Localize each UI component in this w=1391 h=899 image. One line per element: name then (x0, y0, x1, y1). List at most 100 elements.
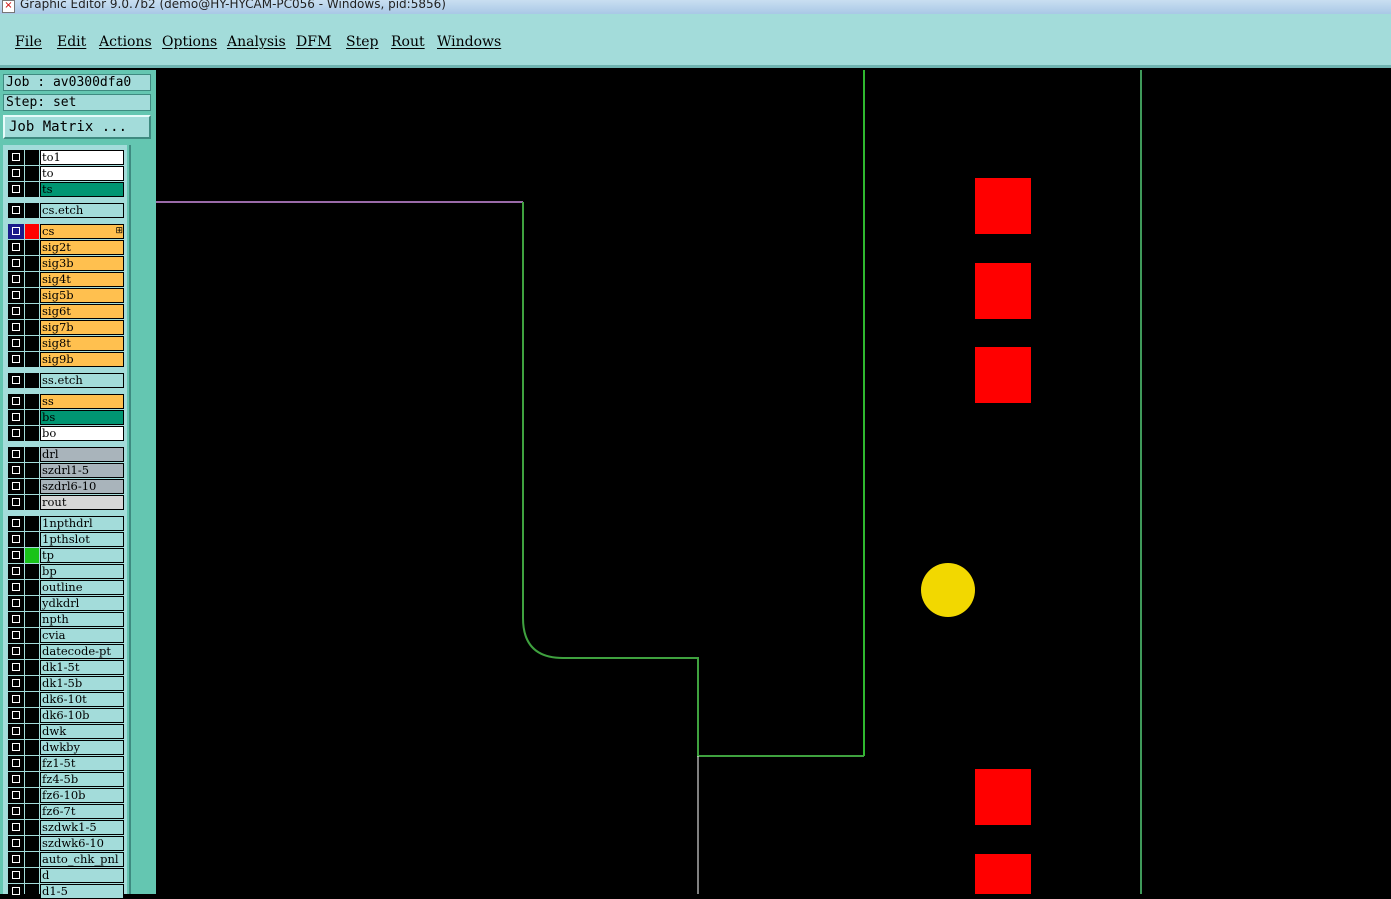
layer-affected-indicator[interactable] (25, 548, 39, 563)
layer-name[interactable]: ss.etch (40, 373, 124, 388)
layer-affected-indicator[interactable] (25, 660, 39, 675)
layer-checkbox[interactable] (8, 256, 24, 271)
layer-checkbox[interactable] (8, 352, 24, 367)
layer-row[interactable]: sig2t (8, 240, 124, 255)
layer-row[interactable]: 1pthslot (8, 532, 124, 547)
layer-row[interactable]: tp (8, 548, 124, 563)
layer-affected-indicator[interactable] (25, 596, 39, 611)
layer-row[interactable]: sig5b (8, 288, 124, 303)
layer-checkbox[interactable] (8, 564, 24, 579)
layer-affected-indicator[interactable] (25, 884, 39, 899)
layer-affected-indicator[interactable] (25, 804, 39, 819)
layer-name[interactable]: dk6-10t (40, 692, 124, 707)
layer-affected-indicator[interactable] (25, 676, 39, 691)
layer-name[interactable]: szdwk6-10 (40, 836, 124, 851)
layer-name[interactable]: fz1-5t (40, 756, 124, 771)
layer-checkbox[interactable] (8, 852, 24, 867)
layer-checkbox[interactable] (8, 373, 24, 388)
layer-affected-indicator[interactable] (25, 150, 39, 165)
layer-checkbox[interactable] (8, 495, 24, 510)
layer-checkbox[interactable] (8, 410, 24, 425)
layer-affected-indicator[interactable] (25, 564, 39, 579)
layer-checkbox[interactable] (8, 644, 24, 659)
layer-name[interactable]: szdrl6-10 (40, 479, 124, 494)
menu-rout[interactable]: Rout (391, 34, 425, 50)
layer-name[interactable]: fz4-5b (40, 772, 124, 787)
layer-row[interactable]: dk6-10b (8, 708, 124, 723)
layer-name[interactable]: 1npthdrl (40, 516, 124, 531)
layer-row[interactable]: bp (8, 564, 124, 579)
layer-row[interactable]: to1 (8, 150, 124, 165)
layer-affected-indicator[interactable] (25, 612, 39, 627)
layer-row[interactable]: fz4-5b (8, 772, 124, 787)
layer-affected-indicator[interactable] (25, 373, 39, 388)
layer-row[interactable]: rout (8, 495, 124, 510)
layer-checkbox[interactable] (8, 548, 24, 563)
layer-checkbox[interactable] (8, 166, 24, 181)
layer-row[interactable]: cs ⊞ (8, 224, 124, 239)
layer-row[interactable]: sig4t (8, 272, 124, 287)
layer-row[interactable]: dk1-5t (8, 660, 124, 675)
layer-name[interactable]: sig4t (40, 272, 124, 287)
layer-affected-indicator[interactable] (25, 304, 39, 319)
layer-checkbox[interactable] (8, 708, 24, 723)
menu-file[interactable]: File (15, 34, 42, 50)
layer-affected-indicator[interactable] (25, 820, 39, 835)
layer-row[interactable]: outline (8, 580, 124, 595)
layer-name[interactable]: dwkby (40, 740, 124, 755)
layer-checkbox[interactable] (8, 788, 24, 803)
layer-name[interactable]: bp (40, 564, 124, 579)
layer-row[interactable]: szdrl1-5 (8, 463, 124, 478)
job-matrix-button[interactable]: Job Matrix ... (3, 115, 151, 139)
layer-name[interactable]: fz6-7t (40, 804, 124, 819)
layer-name[interactable]: auto_chk_pnl (40, 852, 124, 867)
layer-name[interactable]: drl (40, 447, 124, 462)
layer-affected-indicator[interactable] (25, 182, 39, 197)
layer-row[interactable]: sig9b (8, 352, 124, 367)
layer-affected-indicator[interactable] (25, 740, 39, 755)
layer-affected-indicator[interactable] (25, 394, 39, 409)
layer-checkbox[interactable] (8, 868, 24, 883)
layer-row[interactable]: sig6t (8, 304, 124, 319)
layer-checkbox[interactable] (8, 772, 24, 787)
layer-affected-indicator[interactable] (25, 852, 39, 867)
layer-row[interactable]: szdwk6-10 (8, 836, 124, 851)
layer-affected-indicator[interactable] (25, 788, 39, 803)
layer-affected-indicator[interactable] (25, 352, 39, 367)
layer-affected-indicator[interactable] (25, 463, 39, 478)
layer-affected-indicator[interactable] (25, 426, 39, 441)
layer-checkbox[interactable] (8, 660, 24, 675)
layer-name[interactable]: to1 (40, 150, 124, 165)
layer-affected-indicator[interactable] (25, 272, 39, 287)
layer-checkbox[interactable] (8, 596, 24, 611)
menu-windows[interactable]: Windows (437, 34, 501, 50)
layer-row[interactable]: cvia (8, 628, 124, 643)
layer-affected-indicator[interactable] (25, 868, 39, 883)
layer-checkbox[interactable] (8, 532, 24, 547)
layer-row[interactable]: sig3b (8, 256, 124, 271)
layer-row[interactable]: npth (8, 612, 124, 627)
layer-affected-indicator[interactable] (25, 724, 39, 739)
layer-name[interactable]: ts (40, 182, 124, 197)
layer-checkbox[interactable] (8, 304, 24, 319)
layer-name[interactable]: d (40, 868, 124, 883)
layer-affected-indicator[interactable] (25, 772, 39, 787)
layer-checkbox[interactable] (8, 203, 24, 218)
layer-row[interactable]: dk6-10t (8, 692, 124, 707)
layer-affected-indicator[interactable] (25, 532, 39, 547)
layer-name[interactable]: dk1-5t (40, 660, 124, 675)
layer-affected-indicator[interactable] (25, 692, 39, 707)
layer-name[interactable]: sig8t (40, 336, 124, 351)
layer-affected-indicator[interactable] (25, 495, 39, 510)
layer-affected-indicator[interactable] (25, 836, 39, 851)
layer-affected-indicator[interactable] (25, 708, 39, 723)
layer-row[interactable]: fz6-10b (8, 788, 124, 803)
layer-checkbox[interactable] (8, 426, 24, 441)
layer-name[interactable]: dk1-5b (40, 676, 124, 691)
layer-affected-indicator[interactable] (25, 336, 39, 351)
layer-checkbox[interactable] (8, 580, 24, 595)
layer-row[interactable]: datecode-pt (8, 644, 124, 659)
close-icon[interactable]: × (2, 0, 15, 13)
layer-checkbox[interactable] (8, 394, 24, 409)
layer-name[interactable]: dk6-10b (40, 708, 124, 723)
